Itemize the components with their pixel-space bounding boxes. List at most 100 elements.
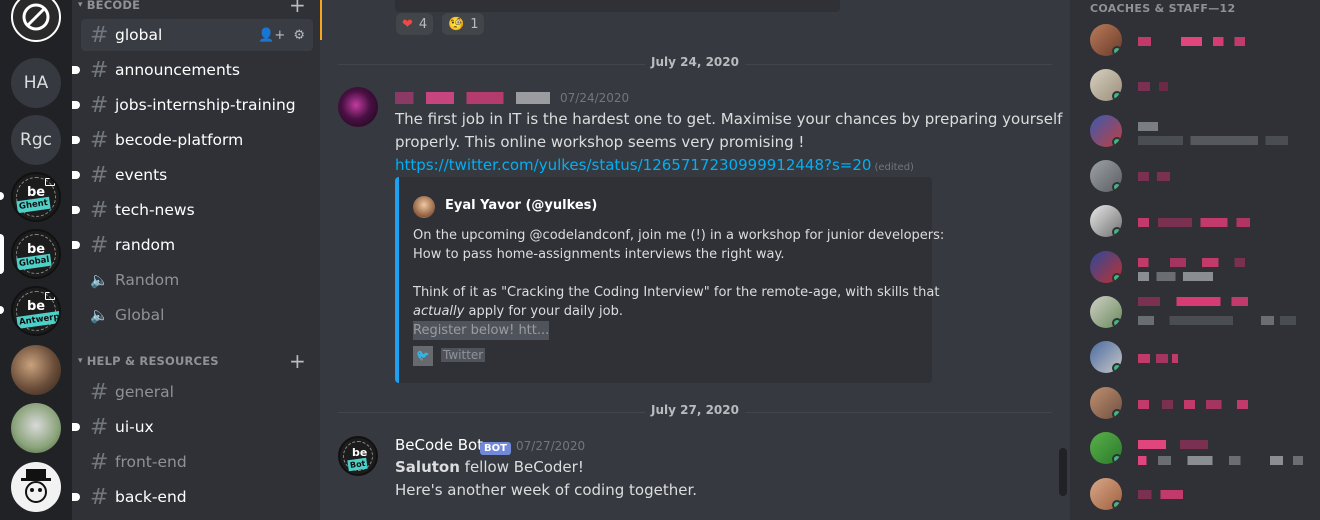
- member-avatar[interactable]: [1090, 296, 1122, 328]
- member-name-redacted[interactable]: [1138, 297, 1248, 306]
- server-avatar-sketch[interactable]: [11, 462, 61, 512]
- message-text: The first job in IT is the hardest one t…: [395, 110, 1063, 128]
- channel-tech-news[interactable]: # tech-news: [72, 194, 313, 226]
- member-name-redacted[interactable]: [1138, 490, 1183, 499]
- speaker-icon: 🔈: [90, 306, 109, 324]
- member-avatar[interactable]: [1090, 69, 1122, 101]
- member-avatar[interactable]: [1090, 478, 1122, 510]
- channel-label: ui-ux: [115, 418, 154, 436]
- server-list: HA Rgc be Ghent be Global be Antwerpen: [0, 0, 72, 520]
- highlight-bar: [320, 0, 322, 40]
- monitor-icon: [45, 292, 55, 300]
- unread-dot: [72, 66, 80, 74]
- member-name-redacted[interactable]: [1138, 172, 1170, 181]
- message-link-line: https://twitter.com/yulkes/status/126571…: [395, 154, 914, 179]
- server-ha[interactable]: HA: [11, 58, 61, 108]
- reaction-count: 4: [418, 16, 428, 32]
- member-avatar[interactable]: [1090, 24, 1122, 56]
- server-label: HA: [23, 73, 49, 93]
- reaction-monocle[interactable]: 🧐 1: [442, 13, 485, 35]
- category-help-resources[interactable]: ▾ HELP & RESOURCES +: [78, 349, 306, 373]
- user-avatar[interactable]: [338, 87, 378, 127]
- member-activity-redacted: [1138, 136, 1288, 145]
- member-avatar[interactable]: [1090, 387, 1122, 419]
- member-name-redacted[interactable]: [1138, 400, 1248, 409]
- channel-label: jobs-internship-training: [115, 96, 296, 114]
- channel-back-end[interactable]: # back-end: [72, 481, 313, 513]
- voice-channel-global[interactable]: 🔈 Global: [81, 299, 313, 331]
- voice-channel-random[interactable]: 🔈 Random: [81, 264, 313, 296]
- reaction-heart[interactable]: ❤ 4: [396, 13, 434, 35]
- bot-avatar[interactable]: be Bot: [338, 436, 378, 476]
- member-activity-redacted: [1138, 316, 1296, 325]
- channel-becode-platform[interactable]: # becode-platform: [72, 124, 313, 156]
- channel-front-end[interactable]: # front-end: [81, 446, 313, 478]
- server-becode-global[interactable]: be Global: [11, 229, 61, 279]
- member-name-redacted[interactable]: [1138, 82, 1168, 91]
- channel-label: events: [115, 166, 168, 184]
- message-link[interactable]: https://twitter.com/yulkes/status/126571…: [395, 156, 871, 174]
- date-label: July 24, 2020: [645, 55, 745, 69]
- member-name-redacted[interactable]: [1138, 218, 1250, 227]
- member-avatar[interactable]: [1090, 432, 1122, 464]
- text-channel-icon: #: [90, 127, 109, 153]
- online-status-icon: [1112, 182, 1122, 192]
- server-becode-ghent[interactable]: be Ghent: [11, 172, 61, 222]
- server-avatar-photo[interactable]: [11, 345, 61, 395]
- add-channel-icon[interactable]: +: [289, 0, 306, 17]
- member-avatar[interactable]: [1090, 160, 1122, 192]
- channel-general[interactable]: # general: [81, 376, 313, 408]
- date-label: July 27, 2020: [645, 403, 745, 417]
- member-avatar[interactable]: [1090, 205, 1122, 237]
- embed-author[interactable]: Eyal Yavor (@yulkes): [445, 198, 597, 213]
- speaker-icon: 🔈: [90, 271, 109, 289]
- server-avatar-photo[interactable]: [11, 403, 61, 453]
- unread-dot: [72, 241, 80, 249]
- gear-icon[interactable]: ⚙: [293, 28, 305, 43]
- message-author[interactable]: BeCode Bot: [395, 436, 483, 454]
- channel-ui-ux[interactable]: # ui-ux: [72, 411, 313, 443]
- member-avatar[interactable]: [1090, 251, 1122, 283]
- channel-label: random: [115, 236, 176, 254]
- embed-text: Think of it as "Cracking the Coding Inte…: [413, 285, 940, 300]
- bot-badge: BOT: [480, 436, 511, 455]
- server-rgc[interactable]: Rgc: [11, 115, 61, 165]
- unread-dot: [72, 136, 80, 144]
- online-status-icon: [1112, 227, 1122, 237]
- channel-random[interactable]: # random: [72, 229, 313, 261]
- online-status-icon: [1112, 137, 1122, 147]
- server-becode-antwerpen[interactable]: be Antwerpen: [11, 286, 61, 336]
- server-be-label: be: [27, 299, 46, 314]
- channel-label: back-end: [115, 488, 187, 506]
- text-channel-icon: #: [90, 197, 109, 223]
- category-becode[interactable]: ▾ BECODE +: [78, 0, 306, 17]
- message-text: Here's another week of coding together.: [395, 481, 698, 499]
- invite-icon[interactable]: 👤+: [258, 28, 285, 43]
- bot-badge-label: BOT: [480, 442, 511, 455]
- member-name-redacted[interactable]: [1138, 122, 1158, 131]
- embed-author-avatar[interactable]: [413, 196, 435, 218]
- channel-jobs-internship-training[interactable]: # jobs-internship-training: [72, 89, 313, 121]
- text-channel-icon: #: [90, 484, 109, 510]
- embed-text: On the upcoming @codelandconf, join me (…: [413, 228, 945, 243]
- edited-label: (edited): [874, 162, 914, 173]
- add-channel-icon[interactable]: +: [289, 349, 306, 373]
- message-timestamp: 07/27/2020: [516, 439, 586, 453]
- chat-scrollbar[interactable]: [1059, 448, 1067, 496]
- channel-global[interactable]: # global 👤+ ⚙: [81, 19, 313, 51]
- server-logo-icon[interactable]: [11, 0, 61, 42]
- member-avatar[interactable]: [1090, 341, 1122, 373]
- member-name-redacted[interactable]: [1138, 37, 1245, 46]
- member-name-redacted[interactable]: [1138, 354, 1178, 363]
- member-name-redacted[interactable]: [1138, 440, 1208, 449]
- unread-dot: [72, 101, 80, 109]
- online-status-icon: [1112, 318, 1122, 328]
- member-category-label: COACHES & STAFF—12: [1090, 2, 1236, 15]
- message-author-redacted[interactable]: [395, 88, 550, 106]
- member-avatar[interactable]: [1090, 115, 1122, 147]
- message-text: Saluton fellow BeCoder!: [395, 456, 584, 478]
- message-list: ❤ 4 🧐 1 July 24, 2020 07/24/2020 The fir…: [320, 0, 1070, 520]
- channel-events[interactable]: # events: [72, 159, 313, 191]
- member-name-redacted[interactable]: [1138, 258, 1245, 267]
- channel-announcements[interactable]: # announcements: [72, 54, 313, 86]
